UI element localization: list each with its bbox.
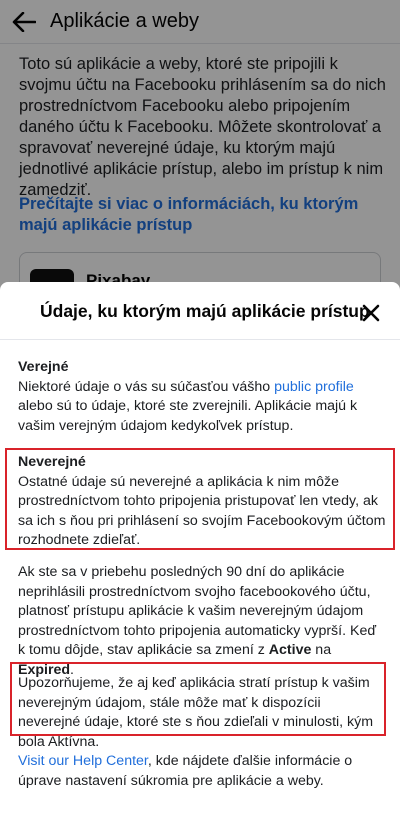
public-profile-link[interactable]: public profile bbox=[274, 379, 354, 395]
expiry-text-middle: na bbox=[311, 642, 332, 659]
public-text-end: alebo sú to údaje, ktoré ste zverejnili.… bbox=[18, 398, 358, 434]
sheet-title: Údaje, ku ktorým majú aplikácie prístup bbox=[40, 301, 370, 321]
public-heading: Verejné bbox=[18, 359, 69, 375]
close-button[interactable] bbox=[360, 302, 382, 324]
warning-text: Upozorňujeme, že aj keď aplikácia stratí… bbox=[18, 675, 374, 750]
public-text-start: Niektoré údaje o vás su súčasťou vášho bbox=[18, 378, 275, 395]
info-bottom-sheet: Údaje, ku ktorým majú aplikácie prístup … bbox=[0, 282, 400, 814]
help-section: Visit our Help Center, kde nájdete ďalši… bbox=[18, 752, 386, 791]
close-icon bbox=[362, 304, 380, 322]
public-data-section: Verejné Niektoré údaje o vás su súčasťou… bbox=[18, 358, 386, 436]
public-text: Niektoré údaje o vás su súčasťou vášho p… bbox=[18, 378, 386, 437]
private-data-section: Neverejné Ostatné údaje sú neverejné a a… bbox=[18, 453, 386, 551]
warning-section: Upozorňujeme, že aj keď aplikácia stratí… bbox=[18, 674, 386, 752]
help-center-link[interactable]: Visit our Help Center bbox=[18, 753, 148, 769]
private-text: Ostatné údaje sú neverejné a aplikácia k… bbox=[18, 473, 386, 549]
status-active: Active bbox=[268, 642, 312, 659]
help-text: Visit our Help Center, kde nájdete ďalši… bbox=[18, 752, 386, 791]
private-heading: Neverejné bbox=[18, 454, 86, 470]
sheet-header: Údaje, ku ktorým majú aplikácie prístup bbox=[0, 282, 400, 340]
